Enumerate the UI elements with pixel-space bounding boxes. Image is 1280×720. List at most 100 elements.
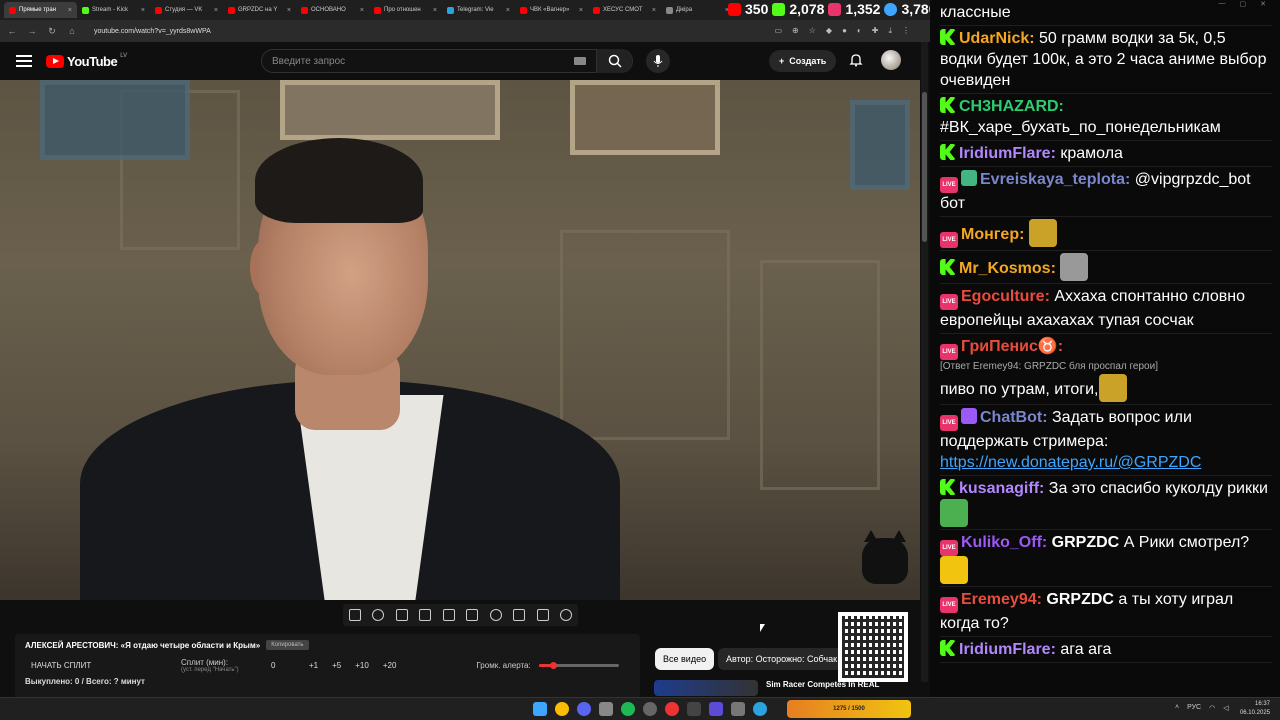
- scrollbar-thumb[interactable]: [922, 92, 927, 242]
- speaker-icon[interactable]: ◁: [1223, 704, 1228, 712]
- copy-button[interactable]: Копировать: [266, 640, 309, 650]
- chat-username[interactable]: Kuliko_Off:: [961, 534, 1047, 551]
- app-icon[interactable]: [709, 702, 723, 716]
- maximize-icon[interactable]: ▢: [1240, 0, 1247, 14]
- search-input[interactable]: [262, 55, 562, 67]
- camera-icon[interactable]: [536, 609, 549, 621]
- browser-tab[interactable]: Прямые тран ×: [4, 2, 77, 18]
- chat-username[interactable]: Evreiskaya_teplota:: [980, 171, 1130, 188]
- chat-username[interactable]: ГриПенис♉:: [961, 338, 1063, 355]
- chip-all-videos[interactable]: Все видео: [655, 648, 715, 670]
- chat-username[interactable]: Egoculture:: [961, 288, 1050, 305]
- volume-slider[interactable]: [538, 662, 619, 669]
- speed-icon[interactable]: [489, 609, 502, 621]
- related-thumbnail[interactable]: [654, 680, 758, 696]
- increment-button[interactable]: +5: [332, 661, 341, 670]
- system-clock[interactable]: 16:37 06.10.2025: [1240, 700, 1270, 718]
- forward-button[interactable]: →: [26, 26, 38, 36]
- browser-tab[interactable]: Про отношен ×: [369, 2, 442, 18]
- video-player[interactable]: [0, 80, 920, 600]
- tab-close-icon[interactable]: ×: [141, 7, 145, 14]
- browser-tab[interactable]: Stream - Kick ×: [77, 2, 150, 18]
- related-video[interactable]: Sim Racer Competes In REAL: [654, 680, 914, 696]
- chevron-up-icon[interactable]: ˄: [1175, 704, 1179, 712]
- tab-close-icon[interactable]: ×: [214, 7, 218, 14]
- tab-close-icon[interactable]: ×: [506, 7, 510, 14]
- browser-tab[interactable]: ЧВК «Вагнер» ×: [515, 2, 588, 18]
- minimize-icon[interactable]: —: [1219, 0, 1226, 14]
- zoom-icon[interactable]: ⊕: [792, 26, 799, 36]
- back-button[interactable]: ←: [6, 26, 18, 36]
- increment-button[interactable]: +10: [355, 661, 369, 670]
- theater-icon[interactable]: [466, 609, 479, 621]
- tab-close-icon[interactable]: ×: [360, 7, 364, 14]
- steam-icon[interactable]: [643, 702, 657, 716]
- download-icon[interactable]: ⤓: [888, 26, 892, 36]
- pip-icon[interactable]: [442, 609, 455, 621]
- add-icon[interactable]: [513, 609, 526, 621]
- chrome-icon[interactable]: [555, 702, 569, 716]
- app-icon[interactable]: [665, 702, 679, 716]
- menu-icon[interactable]: [16, 55, 32, 67]
- extension-icon[interactable]: ◆: [826, 26, 832, 36]
- close-icon[interactable]: ✕: [1260, 0, 1266, 14]
- browser-tab[interactable]: Студия — VK ×: [150, 2, 223, 18]
- chat-username[interactable]: IridiumFlare:: [959, 145, 1056, 162]
- chip-author[interactable]: Автор: Осторожно: Собчак: [718, 648, 846, 670]
- chat-username[interactable]: CH3HAZARD:: [959, 98, 1064, 115]
- tab-close-icon[interactable]: ×: [433, 7, 437, 14]
- browser-tab[interactable]: Дiкiра ×: [661, 2, 734, 18]
- chat-username[interactable]: Eremey94:: [961, 591, 1042, 608]
- voice-search-button[interactable]: [646, 49, 670, 73]
- browser-tab[interactable]: ОСНОВАНО ×: [296, 2, 369, 18]
- audio-icon[interactable]: [372, 609, 385, 621]
- puzzle-icon[interactable]: ✚: [872, 26, 879, 36]
- loop-icon[interactable]: [348, 609, 361, 621]
- tab-close-icon[interactable]: ×: [579, 7, 583, 14]
- increment-button[interactable]: +20: [383, 661, 397, 670]
- related-title[interactable]: Sim Racer Competes In REAL: [766, 680, 879, 696]
- create-button[interactable]: + Создать: [769, 50, 837, 72]
- app-icon[interactable]: [731, 702, 745, 716]
- browser-tab[interactable]: ХЕСУС СМОТ ×: [588, 2, 661, 18]
- chat-username[interactable]: UdarNick:: [959, 30, 1035, 47]
- bookmark-star-icon[interactable]: ☆: [809, 26, 816, 36]
- account-avatar[interactable]: [881, 50, 901, 70]
- reload-button[interactable]: ↻: [46, 26, 58, 37]
- search-button[interactable]: [596, 49, 632, 73]
- youtube-logo[interactable]: YouTube LV: [46, 53, 127, 69]
- chat-username[interactable]: ChatBot:: [980, 409, 1048, 426]
- spotify-icon[interactable]: [621, 702, 635, 716]
- extension-icon[interactable]: ●: [842, 26, 847, 36]
- volume-knob[interactable]: [550, 662, 558, 669]
- screen-icon[interactable]: [395, 609, 408, 621]
- tab-close-icon[interactable]: ×: [652, 7, 656, 14]
- increment-button[interactable]: +1: [309, 661, 318, 670]
- chat-username[interactable]: kusanagiff:: [959, 480, 1044, 497]
- film-icon[interactable]: [419, 609, 432, 621]
- url-field[interactable]: youtube.com/watch?v=_yyrds8wWPA: [94, 28, 211, 35]
- wifi-icon[interactable]: ◠: [1209, 704, 1215, 712]
- browser-tab[interactable]: GRPZDC на Y ×: [223, 2, 296, 18]
- app-icon[interactable]: [687, 702, 701, 716]
- cast-icon[interactable]: ▭: [774, 26, 782, 36]
- menu-dots-icon[interactable]: ⋮: [902, 26, 910, 36]
- notifications-bell-icon[interactable]: [849, 53, 863, 67]
- settings-gear-icon[interactable]: [560, 609, 573, 621]
- start-split-button[interactable]: НАЧАТЬ СПЛИТ: [31, 661, 181, 670]
- telegram-icon[interactable]: [753, 702, 767, 716]
- chat-username[interactable]: Mr_Kosmos:: [959, 260, 1056, 277]
- browser-tab[interactable]: Telegram: Vie ×: [442, 2, 515, 18]
- discord-icon[interactable]: [577, 702, 591, 716]
- lang-indicator[interactable]: РУС: [1187, 704, 1201, 712]
- extension-icon[interactable]: ◐: [857, 26, 862, 36]
- split-value[interactable]: 0: [271, 661, 301, 670]
- chat-link[interactable]: https://new.donatepay.ru/@GRPZDC: [940, 454, 1201, 471]
- home-button[interactable]: ⌂: [66, 26, 78, 36]
- chat-username[interactable]: IridiumFlare:: [959, 641, 1056, 658]
- tab-close-icon[interactable]: ×: [68, 7, 72, 14]
- keyboard-icon[interactable]: [574, 57, 586, 65]
- app-icon[interactable]: [599, 702, 613, 716]
- tab-close-icon[interactable]: ×: [287, 7, 291, 14]
- page-scrollbar[interactable]: [921, 42, 928, 682]
